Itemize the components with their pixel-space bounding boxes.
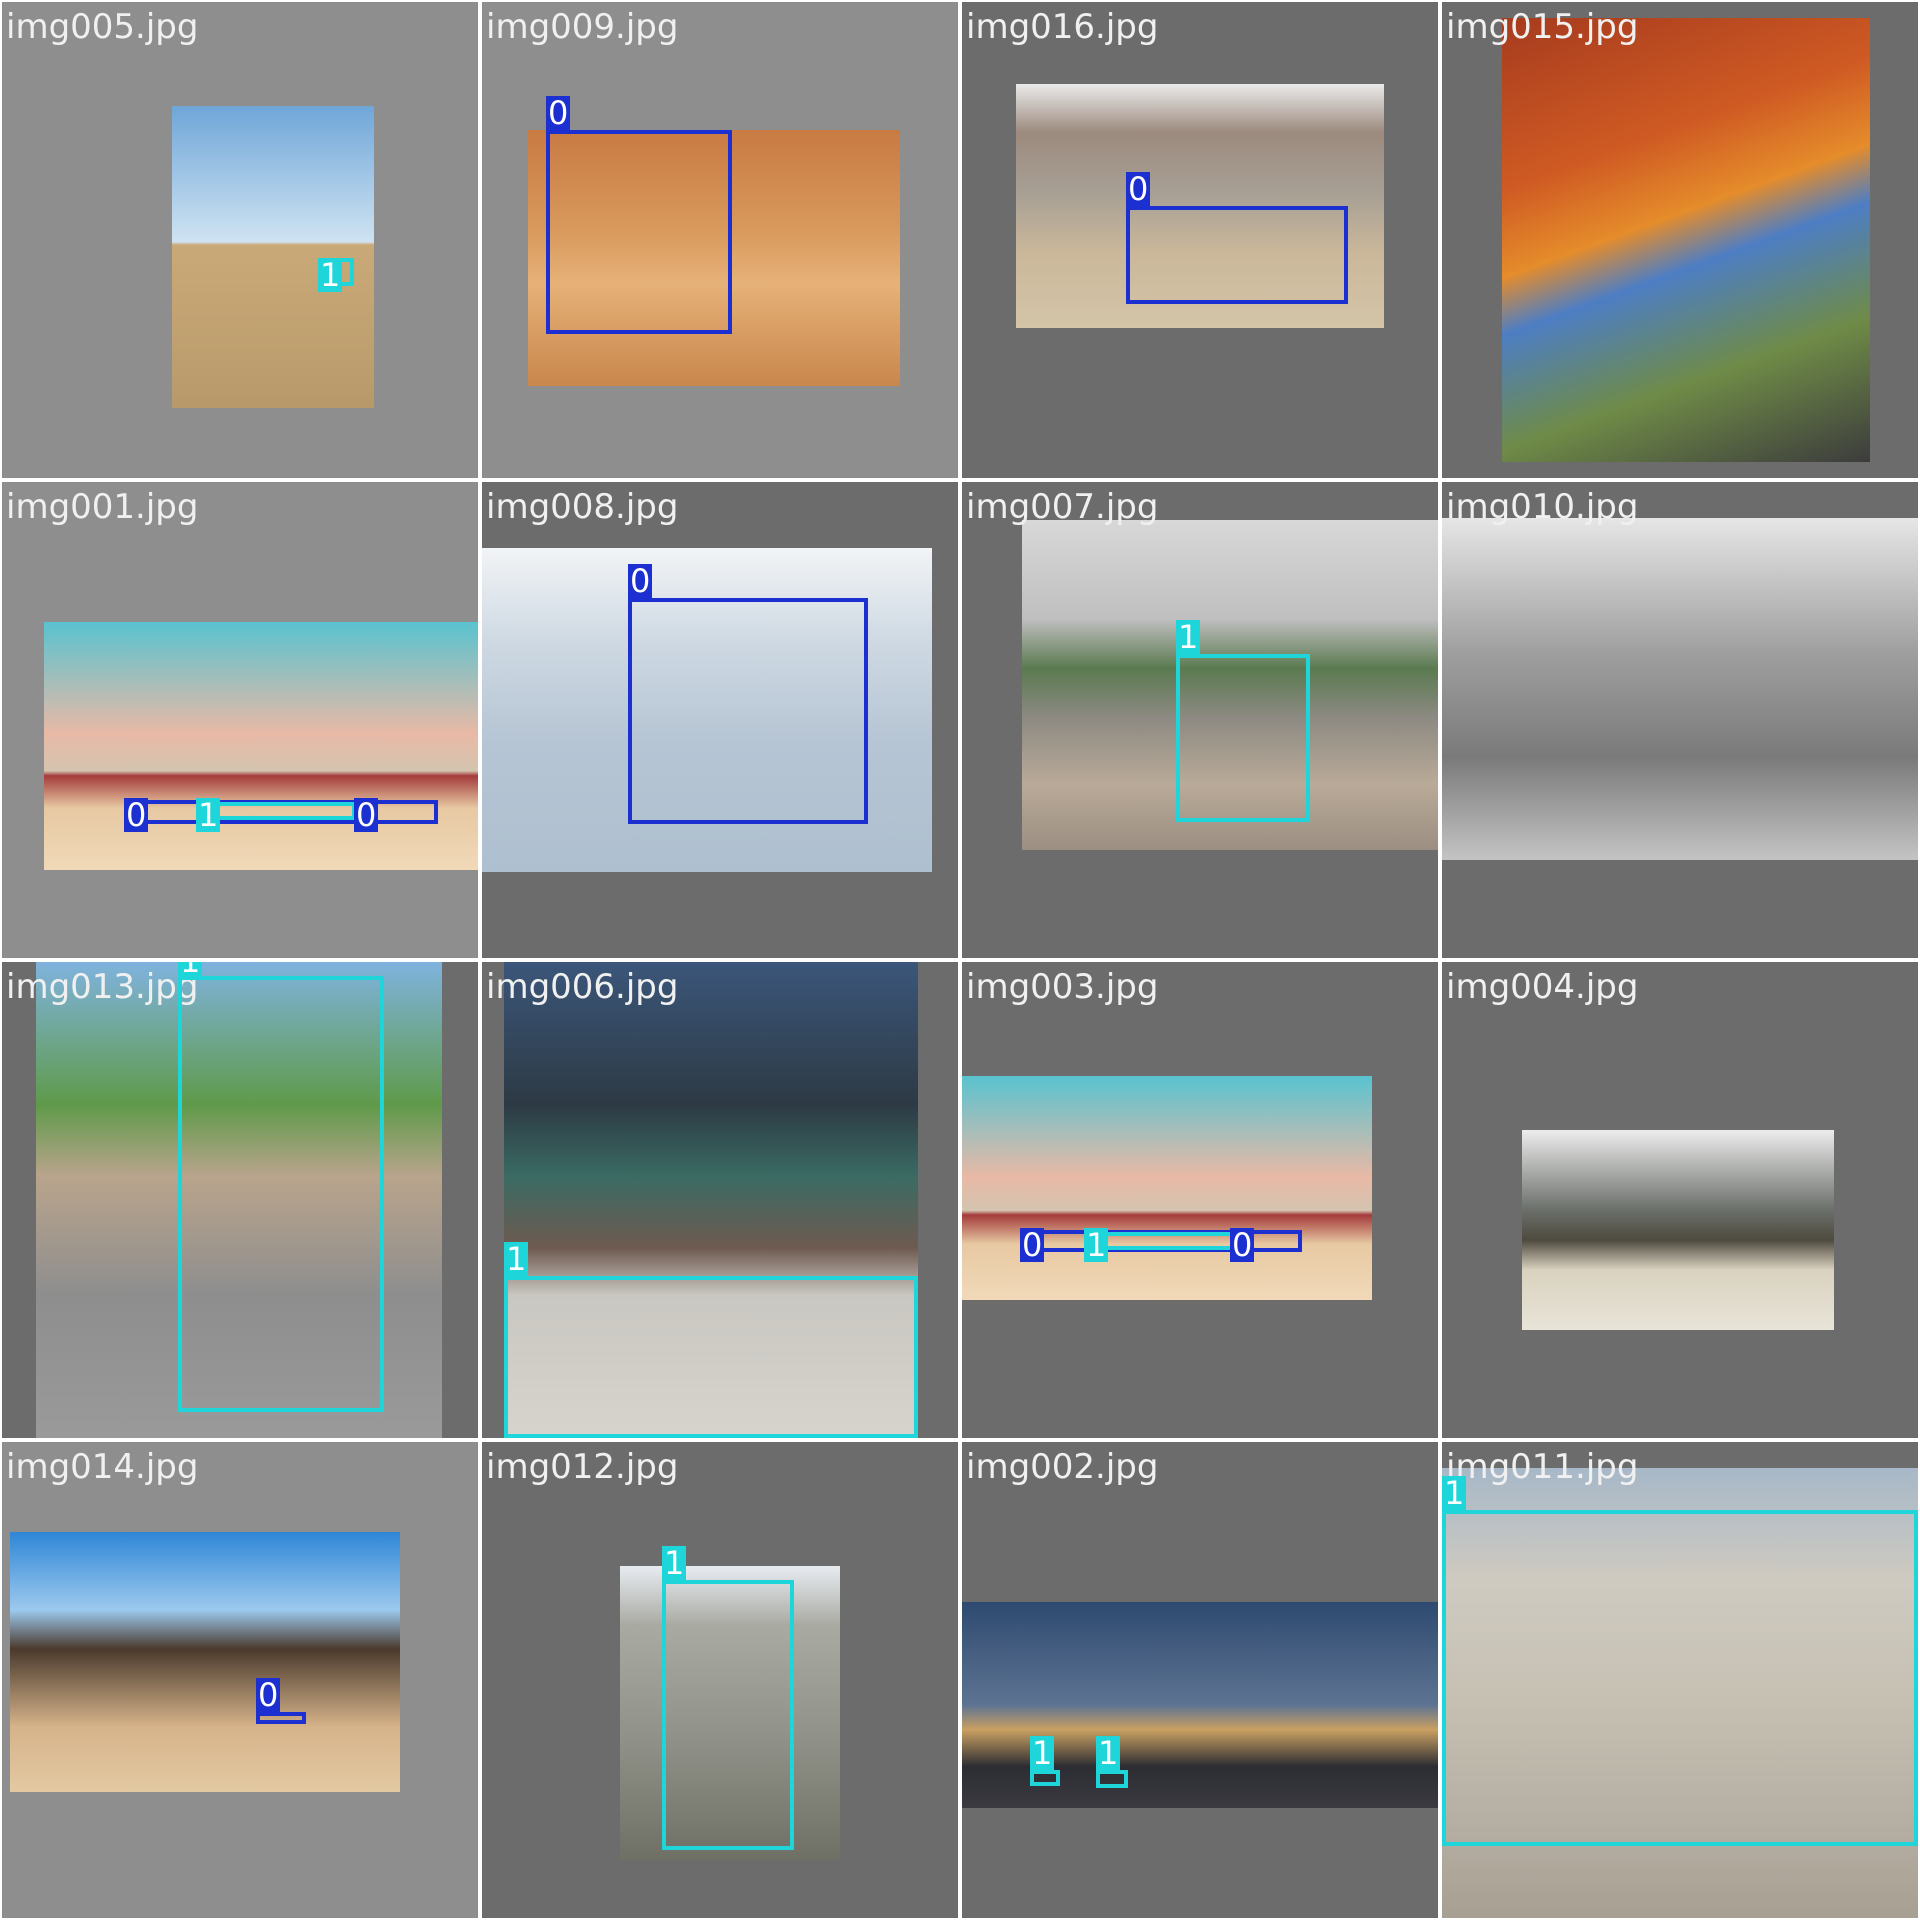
tile-filename: img009.jpg	[486, 7, 679, 47]
bounding-box[interactable]	[1176, 654, 1310, 822]
tile-filename: img008.jpg	[486, 487, 679, 527]
bounding-box[interactable]	[1096, 1770, 1128, 1788]
image-tile[interactable]: img010.jpg	[1442, 482, 1918, 958]
bounding-box[interactable]	[504, 1276, 918, 1438]
box-class-tag: 1	[1084, 1226, 1109, 1264]
bounding-box[interactable]	[546, 130, 732, 334]
bounding-box[interactable]	[1442, 1510, 1918, 1846]
tile-filename: img015.jpg	[1446, 7, 1639, 47]
box-class-tag: 1	[1442, 1474, 1467, 1512]
tile-photo	[10, 1532, 400, 1792]
tile-filename: img011.jpg	[1446, 1447, 1639, 1487]
tile-photo	[1442, 518, 1918, 860]
tile-filename: img003.jpg	[966, 967, 1159, 1007]
tile-filename: img004.jpg	[1446, 967, 1639, 1007]
tile-photo	[962, 1076, 1372, 1300]
tile-photo	[44, 622, 478, 870]
box-class-tag: 0	[628, 562, 653, 600]
tile-filename: img014.jpg	[6, 1447, 199, 1487]
box-class-tag: 1	[504, 1240, 529, 1278]
image-tile[interactable]: img008.jpg 0	[482, 482, 958, 958]
tile-photo	[172, 106, 374, 408]
image-tile[interactable]: img007.jpg 1	[962, 482, 1438, 958]
bounding-box[interactable]	[662, 1580, 794, 1850]
box-class-tag: 1	[662, 1544, 687, 1582]
box-class-tag: 0	[256, 1676, 281, 1714]
box-class-tag: 1	[196, 796, 221, 834]
tile-photo	[1502, 18, 1870, 462]
image-tile[interactable]: img016.jpg 0	[962, 2, 1438, 478]
tile-filename: img012.jpg	[486, 1447, 679, 1487]
box-class-tag: 0	[1126, 170, 1151, 208]
tile-filename: img010.jpg	[1446, 487, 1639, 527]
tile-filename: img013.jpg	[6, 967, 199, 1007]
box-class-tag: 0	[354, 796, 379, 834]
tile-filename: img016.jpg	[966, 7, 1159, 47]
box-class-tag: 0	[1020, 1226, 1045, 1264]
tile-filename: img005.jpg	[6, 7, 199, 47]
bounding-box[interactable]	[1030, 1770, 1060, 1786]
tile-filename: img006.jpg	[486, 967, 679, 1007]
image-tile[interactable]: img006.jpg 1	[482, 962, 958, 1438]
image-tile[interactable]: img002.jpg 1 1	[962, 1442, 1438, 1918]
image-tile[interactable]: img011.jpg 1	[1442, 1442, 1918, 1918]
image-tile[interactable]: img004.jpg	[1442, 962, 1918, 1438]
detection-mosaic: img005.jpg 1 img009.jpg 0 img016.jpg 0 i…	[0, 0, 1920, 1920]
box-class-tag: 1	[178, 962, 203, 978]
tile-filename: img007.jpg	[966, 487, 1159, 527]
image-tile[interactable]: img014.jpg 0	[2, 1442, 478, 1918]
image-tile[interactable]: img009.jpg 0	[482, 2, 958, 478]
image-tile[interactable]: img005.jpg 1	[2, 2, 478, 478]
box-class-tag: 1	[1176, 618, 1201, 656]
box-class-tag: 0	[546, 94, 571, 132]
box-class-tag: 0	[124, 796, 149, 834]
box-class-tag: 1	[1096, 1734, 1121, 1772]
image-tile[interactable]: img013.jpg 1	[2, 962, 478, 1438]
bounding-box[interactable]	[1126, 206, 1348, 304]
bounding-box[interactable]	[628, 598, 868, 824]
image-tile[interactable]: img001.jpg 0 1 0	[2, 482, 478, 958]
box-class-tag: 1	[1030, 1734, 1055, 1772]
box-class-tag: 0	[1230, 1226, 1255, 1264]
image-tile[interactable]: img015.jpg	[1442, 2, 1918, 478]
box-class-tag: 1	[318, 256, 343, 294]
tile-filename: img002.jpg	[966, 1447, 1159, 1487]
image-tile[interactable]: img012.jpg 1	[482, 1442, 958, 1918]
tile-filename: img001.jpg	[6, 487, 199, 527]
bounding-box[interactable]	[178, 976, 384, 1412]
tile-photo	[1522, 1130, 1834, 1330]
image-tile[interactable]: img003.jpg 0 1 0	[962, 962, 1438, 1438]
